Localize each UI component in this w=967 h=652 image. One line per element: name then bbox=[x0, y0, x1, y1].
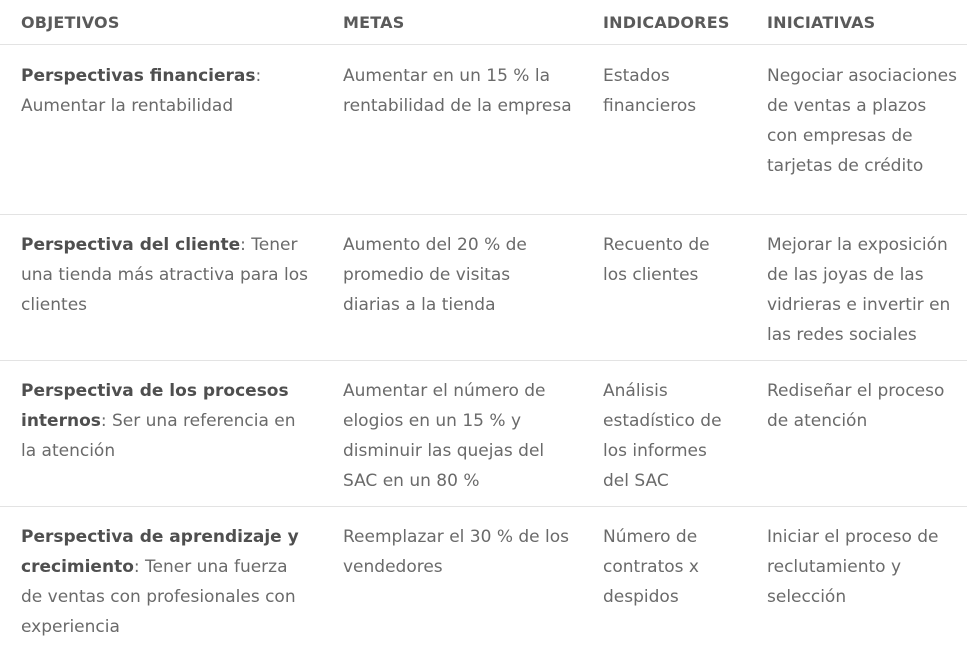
objetivo-cell: Perspectiva de los procesos internos: Se… bbox=[0, 361, 322, 507]
header-indicadores: INDICADORES bbox=[582, 0, 746, 45]
table-row: Perspectiva de aprendizaje y crecimiento… bbox=[0, 507, 967, 652]
objetivo-cell: Perspectivas financieras: Aumentar la re… bbox=[0, 45, 322, 215]
table-header: OBJETIVOS METAS INDICADORES INICIATIVAS bbox=[0, 0, 967, 45]
meta-cell: Reemplazar el 30 % de los vendedores bbox=[322, 507, 582, 652]
objetivo-cell: Perspectiva de aprendizaje y crecimiento… bbox=[0, 507, 322, 652]
header-iniciativas: INICIATIVAS bbox=[746, 0, 967, 45]
balanced-scorecard-table: OBJETIVOS METAS INDICADORES INICIATIVAS … bbox=[0, 0, 967, 652]
indicador-cell: Análisis estadístico de los informes del… bbox=[582, 361, 746, 507]
meta-cell: Aumento del 20 % de promedio de visitas … bbox=[322, 215, 582, 361]
meta-cell: Aumentar el número de elogios en un 15 %… bbox=[322, 361, 582, 507]
table-body: Perspectivas financieras: Aumentar la re… bbox=[0, 45, 967, 652]
header-metas: METAS bbox=[322, 0, 582, 45]
header-objetivos: OBJETIVOS bbox=[0, 0, 322, 45]
iniciativa-cell: Iniciar el proceso de reclutamiento y se… bbox=[746, 507, 967, 652]
objetivo-lead: Perspectivas financieras bbox=[21, 66, 256, 86]
header-row: OBJETIVOS METAS INDICADORES INICIATIVAS bbox=[0, 0, 967, 45]
table-row: Perspectiva del cliente: Tener una tiend… bbox=[0, 215, 967, 361]
meta-cell: Aumentar en un 15 % la rentabilidad de l… bbox=[322, 45, 582, 215]
iniciativa-cell: Negociar asociaciones de ventas a plazos… bbox=[746, 45, 967, 215]
table-row: Perspectivas financieras: Aumentar la re… bbox=[0, 45, 967, 215]
iniciativa-cell: Rediseñar el proceso de atención bbox=[746, 361, 967, 507]
balanced-scorecard-table-container: OBJETIVOS METAS INDICADORES INICIATIVAS … bbox=[0, 0, 967, 637]
indicador-cell: Estados financieros bbox=[582, 45, 746, 215]
iniciativa-cell: Mejorar la exposición de las joyas de la… bbox=[746, 215, 967, 361]
objetivo-cell: Perspectiva del cliente: Tener una tiend… bbox=[0, 215, 322, 361]
objetivo-lead: Perspectiva del cliente bbox=[21, 235, 240, 255]
table-row: Perspectiva de los procesos internos: Se… bbox=[0, 361, 967, 507]
indicador-cell: Número de contratos x despidos bbox=[582, 507, 746, 652]
indicador-cell: Recuento de los clientes bbox=[582, 215, 746, 361]
